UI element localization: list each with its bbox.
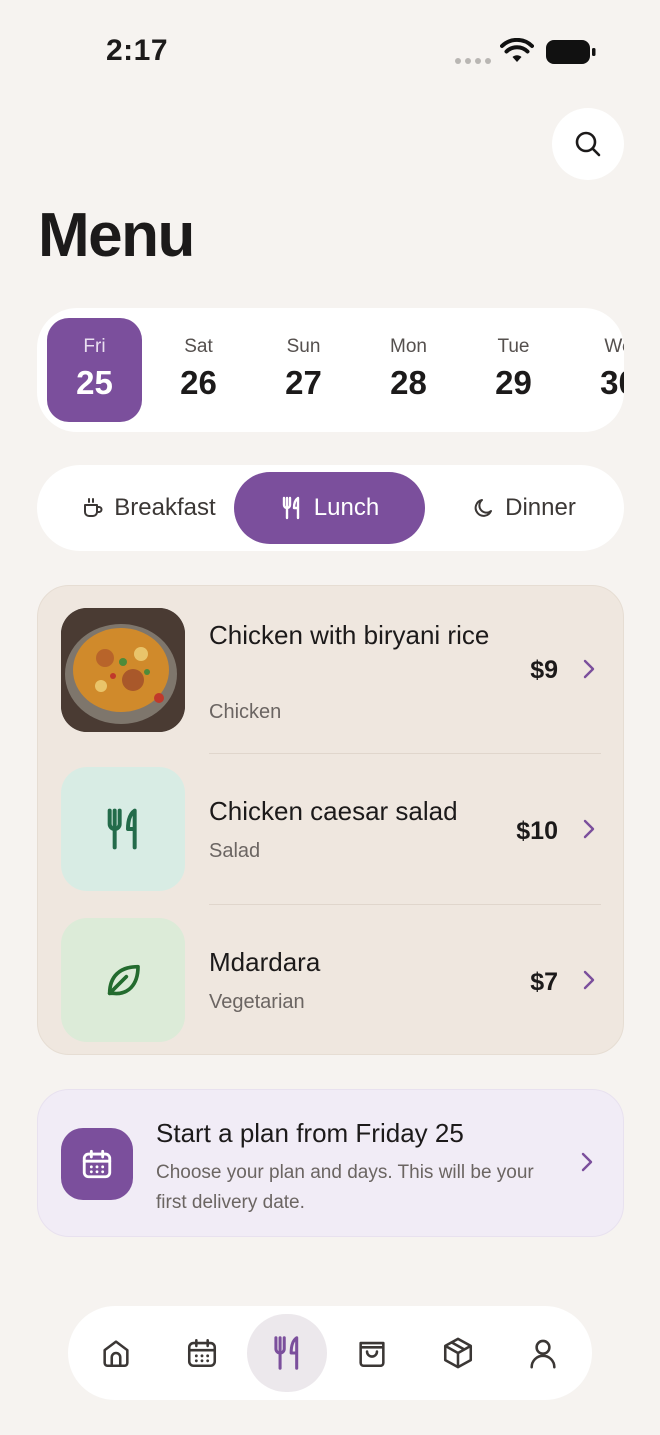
dish-name: Chicken with biryani rice — [209, 620, 490, 650]
nav-profile[interactable] — [503, 1314, 583, 1392]
tab-lunch-label: Lunch — [313, 494, 380, 521]
dish-thumb-placeholder — [61, 767, 185, 891]
status-bar: 2:17 — [0, 0, 660, 100]
dish-list: Chicken with biryani rice Chicken $9 Chi… — [37, 585, 624, 1055]
dish-price: $7 — [530, 968, 558, 996]
chevron-right-icon — [581, 1152, 593, 1172]
chevron-right-icon — [583, 659, 595, 679]
shopping-bag-icon — [359, 1341, 385, 1368]
plan-description: Choose your plan and days. This will be … — [156, 1162, 534, 1213]
coffee-cup-icon — [84, 498, 103, 517]
bottom-nav — [68, 1306, 592, 1400]
chevron-right-icon — [583, 819, 595, 839]
date-day-number: 27 — [285, 364, 322, 401]
dish-name: Mdardara — [209, 947, 321, 977]
dish-item-biryani[interactable]: Chicken with biryani rice Chicken $9 — [38, 586, 625, 754]
date-selector: Fri 25 Sat 26 Sun 27 Mon 28 Tue 29 We 30 — [37, 308, 624, 432]
tab-dinner-label: Dinner — [505, 494, 576, 521]
leaf-icon — [107, 964, 140, 996]
date-day-number: 25 — [76, 364, 113, 401]
calendar-icon — [187, 1338, 217, 1368]
fork-knife-icon — [107, 808, 137, 850]
date-day-of-week: Mon — [390, 336, 427, 357]
nav-box[interactable] — [418, 1314, 498, 1392]
date-item-sun-27[interactable]: Sun 27 — [256, 318, 351, 422]
nav-home[interactable] — [76, 1314, 156, 1392]
tab-breakfast[interactable]: Breakfast — [59, 472, 239, 544]
chevron-right-icon — [583, 970, 595, 990]
fork-knife-icon — [274, 1336, 299, 1370]
wifi-icon — [500, 38, 534, 62]
dish-name: Chicken caesar salad — [209, 796, 458, 826]
tab-lunch[interactable]: Lunch — [234, 472, 425, 544]
dish-category: Vegetarian — [209, 991, 305, 1013]
dish-item-caesar-salad[interactable]: Chicken caesar salad Salad $10 — [38, 754, 625, 904]
plan-title: Start a plan from Friday 25 — [156, 1118, 464, 1148]
home-icon — [103, 1340, 129, 1368]
battery-icon — [546, 40, 596, 64]
status-time: 2:17 — [106, 34, 169, 67]
page-title: Menu — [38, 201, 195, 270]
dish-category: Chicken — [209, 701, 282, 723]
date-item-mon-28[interactable]: Mon 28 — [361, 318, 456, 422]
date-day-of-week: Sun — [286, 336, 321, 357]
date-day-number: 26 — [180, 364, 217, 401]
meal-tabs: Breakfast Lunch Dinner — [37, 465, 624, 551]
biryani-photo — [61, 608, 185, 732]
dish-thumb-placeholder — [61, 918, 185, 1042]
date-day-number: 29 — [495, 364, 532, 401]
date-item-wed-30[interactable]: We 30 — [571, 318, 624, 422]
tab-dinner[interactable]: Dinner — [437, 472, 612, 544]
date-day-of-week: Tue — [497, 336, 530, 357]
dish-item-mdardara[interactable]: Mdardara Vegetarian $7 — [38, 905, 625, 1055]
date-day-number: 28 — [390, 364, 427, 401]
start-plan-card[interactable]: Start a plan from Friday 25 Choose your … — [37, 1089, 624, 1237]
dish-price: $10 — [516, 817, 558, 845]
calendar-icon — [82, 1149, 112, 1179]
moon-icon — [474, 499, 493, 517]
date-day-of-week: We — [604, 336, 624, 357]
nav-bag[interactable] — [332, 1314, 412, 1392]
nav-calendar[interactable] — [162, 1314, 242, 1392]
plan-icon-badge — [61, 1128, 133, 1200]
date-day-of-week: Sat — [184, 336, 213, 357]
tab-breakfast-label: Breakfast — [114, 494, 216, 521]
dish-price: $9 — [530, 656, 558, 684]
dish-category: Salad — [209, 840, 261, 862]
date-item-sat-26[interactable]: Sat 26 — [151, 318, 246, 422]
date-day-number: 30 — [600, 364, 624, 401]
cellular-signal-icon — [455, 58, 491, 64]
fork-knife-icon — [282, 496, 299, 520]
date-day-of-week: Fri — [83, 336, 106, 357]
box-icon — [443, 1337, 473, 1369]
search-button[interactable] — [552, 108, 624, 180]
search-icon — [575, 131, 601, 157]
date-item-fri-25[interactable]: Fri 25 — [47, 318, 142, 422]
date-item-tue-29[interactable]: Tue 29 — [466, 318, 561, 422]
user-icon — [530, 1339, 556, 1369]
nav-menu[interactable] — [247, 1314, 327, 1392]
